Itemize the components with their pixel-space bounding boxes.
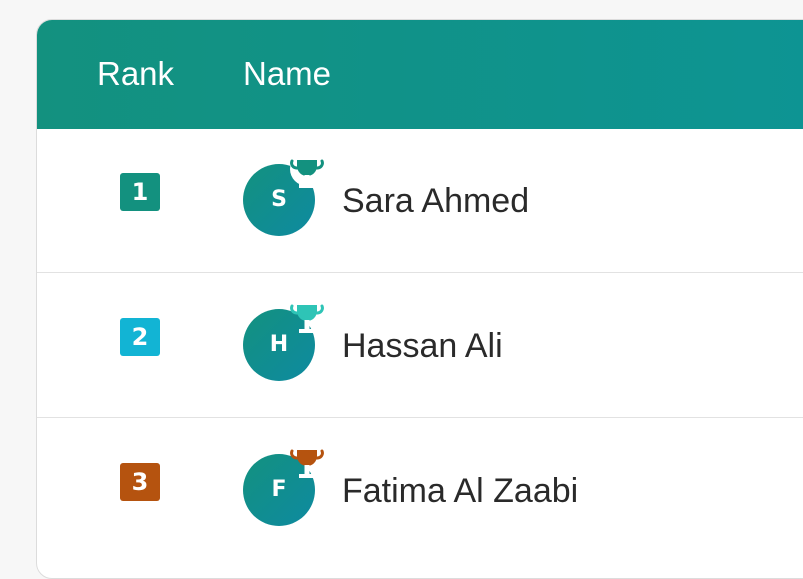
rank-badge: 1 bbox=[120, 173, 160, 211]
trophy-icon bbox=[290, 304, 324, 333]
rank-badge: 3 bbox=[120, 463, 160, 501]
trophy-icon bbox=[290, 152, 324, 188]
leaderboard-table: Rank Name 1 S Sara Ahmed 2 H Hassan Ali … bbox=[36, 19, 803, 579]
player-name: Hassan Ali bbox=[342, 327, 503, 365]
rank-badge: 2 bbox=[120, 318, 160, 356]
table-row[interactable]: 3 F Fatima Al Zaabi bbox=[37, 419, 803, 563]
player-name: Fatima Al Zaabi bbox=[342, 472, 579, 510]
rank-column-header[interactable]: Rank bbox=[97, 56, 174, 92]
player-name: Sara Ahmed bbox=[342, 182, 530, 220]
trophy-icon bbox=[290, 449, 324, 478]
table-header: Rank Name bbox=[37, 20, 803, 129]
table-row[interactable]: 2 H Hassan Ali bbox=[37, 274, 803, 418]
name-column-header[interactable]: Name bbox=[243, 56, 331, 92]
table-row[interactable]: 1 S Sara Ahmed bbox=[37, 129, 803, 273]
